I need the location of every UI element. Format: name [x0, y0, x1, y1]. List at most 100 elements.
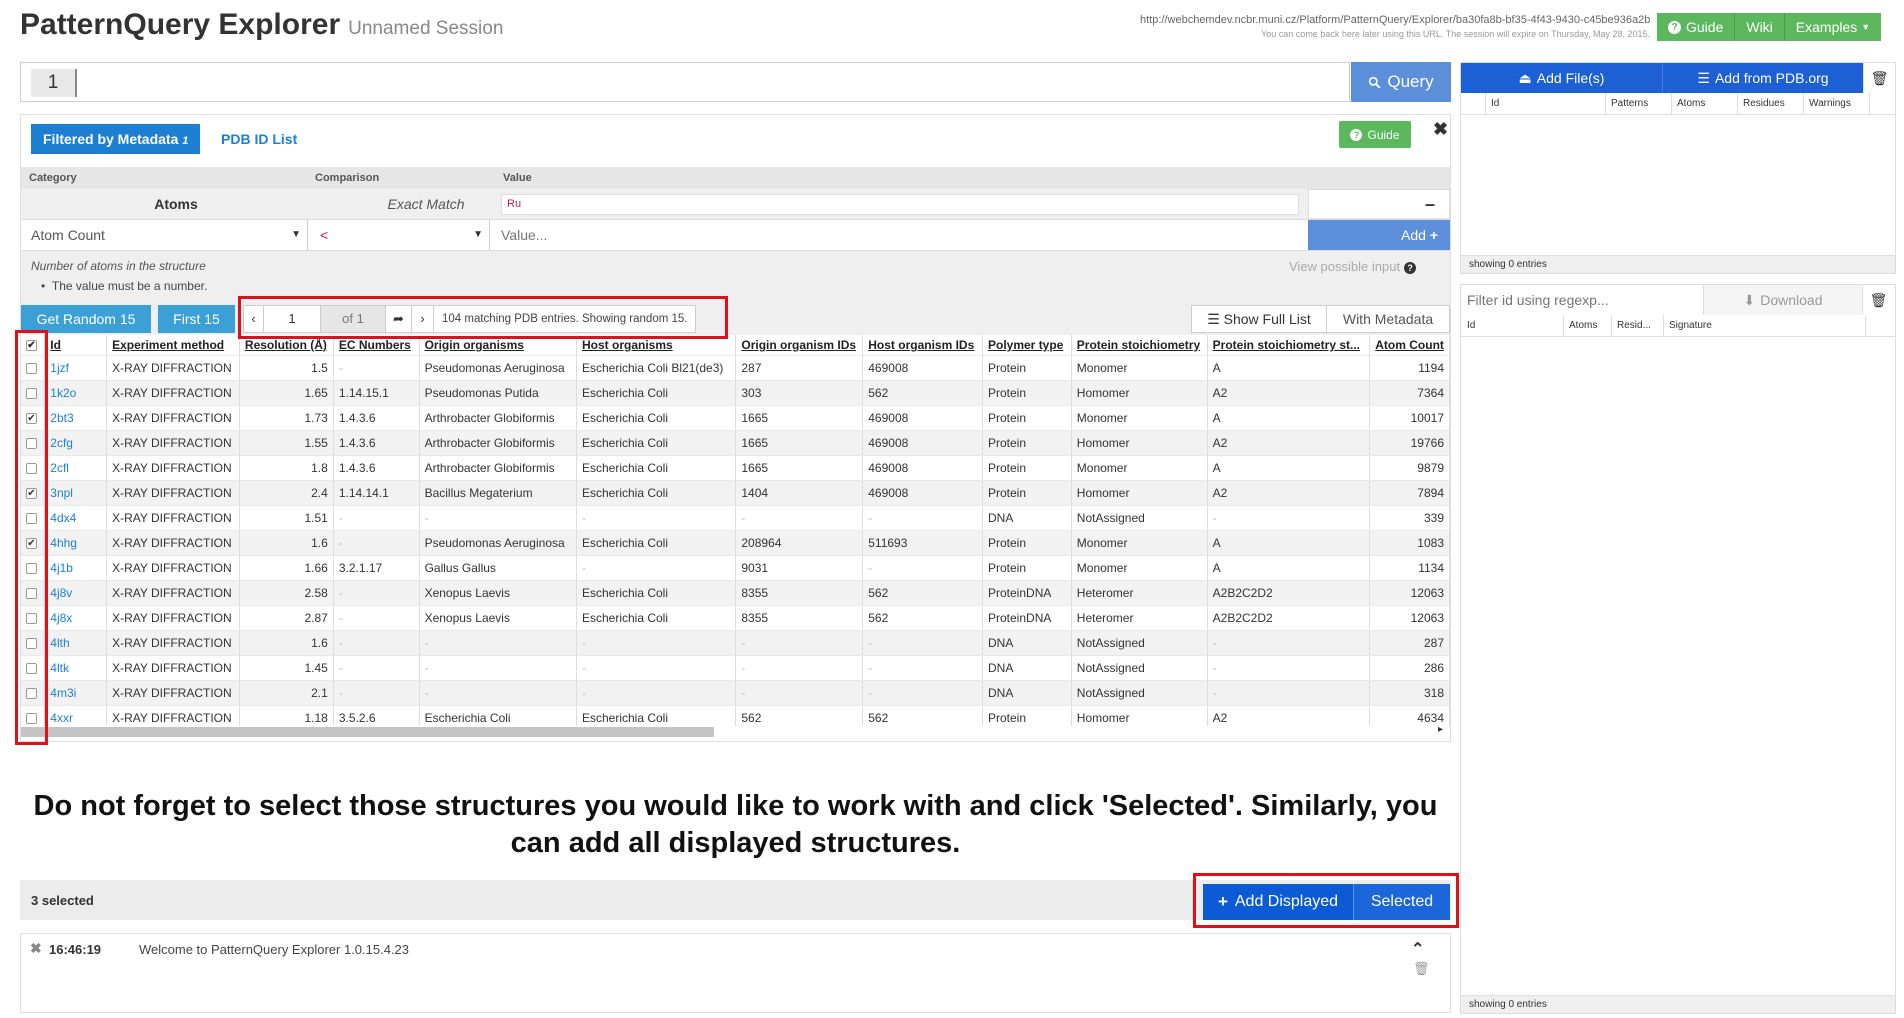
row-checkbox[interactable] — [21, 605, 46, 631]
table-row[interactable]: 4xxr X-RAY DIFFRACTION 1.18 3.5.2.6 Escheric… — [21, 705, 1450, 726]
table-row[interactable]: 4m3i X-RAY DIFFRACTION 2.1- - - - - DNA NotAssig… — [21, 680, 1450, 706]
col-atoms[interactable]: Atoms — [1569, 320, 1597, 331]
add-from-pdb-button[interactable]: ☰ Add from PDB.org — [1662, 63, 1863, 93]
row-checkbox[interactable] — [21, 430, 46, 456]
horizontal-scrollbar[interactable]: ▸ — [21, 724, 1450, 738]
add-displayed-button[interactable]: + Add Displayed — [1203, 884, 1353, 920]
cell-id[interactable]: 4j8v — [44, 580, 108, 606]
col-header[interactable]: Id — [44, 335, 108, 356]
cell-id[interactable]: 4ltk — [44, 655, 108, 681]
col-header[interactable]: Host organisms — [576, 335, 737, 356]
col-id[interactable]: Id — [1491, 98, 1499, 109]
col-residues[interactable]: Residues — [1743, 98, 1785, 109]
row-checkbox[interactable] — [21, 680, 46, 706]
trash-icon[interactable]: 🗑 — [1413, 961, 1430, 977]
download-button[interactable]: ⬇ Download — [1704, 285, 1862, 315]
row-checkbox[interactable]: ✔ — [21, 405, 46, 431]
cell-id[interactable]: 2cfg — [44, 430, 108, 456]
first-15-button[interactable]: First 15 — [158, 305, 235, 333]
cell-id[interactable]: 4lth — [44, 630, 108, 656]
examples-button[interactable]: Examples ▼ — [1784, 13, 1882, 41]
page-input[interactable]: 1 — [264, 306, 321, 332]
chevron-left-icon[interactable]: ‹ — [244, 306, 264, 332]
query-editor[interactable]: 1 — [20, 62, 1350, 102]
pdb-id-link[interactable]: 2cfg — [50, 436, 73, 450]
table-row[interactable]: ✔ 2bt3 X-RAY DIFFRACTION 1.73 1.4.3.6 Arthrob… — [21, 405, 1450, 431]
col-patterns[interactable]: Patterns — [1611, 98, 1648, 109]
guide-button[interactable]: ? Guide — [1657, 13, 1736, 41]
category-select[interactable]: Atom Count ▼ — [21, 220, 308, 250]
chevron-up-icon[interactable]: ⌃ — [1411, 939, 1424, 959]
table-row[interactable]: 2cfg X-RAY DIFFRACTION 1.55 1.4.3.6 Arthroba… — [21, 430, 1450, 456]
row-checkbox[interactable] — [21, 455, 46, 481]
col-header[interactable]: EC Numbers — [333, 335, 420, 356]
table-row[interactable]: 1jzf X-RAY DIFFRACTION 1.5- Pseudomonas Aer… — [21, 355, 1450, 381]
remove-filter-button[interactable]: – — [1308, 189, 1450, 219]
cell-id[interactable]: 4xxr — [44, 705, 108, 726]
go-arrow-icon[interactable]: ➦ — [386, 306, 412, 332]
row-checkbox[interactable] — [21, 505, 46, 531]
cell-id[interactable]: 4dx4 — [44, 505, 108, 531]
col-header[interactable]: Protein stoichiometry st... — [1207, 335, 1371, 356]
col-atoms[interactable]: Atoms — [1677, 98, 1705, 109]
filter-value[interactable]: Ru — [501, 194, 1299, 215]
pdb-id-link[interactable]: 1jzf — [50, 361, 69, 375]
add-selected-button[interactable]: Selected — [1353, 884, 1450, 920]
wiki-button[interactable]: Wiki — [1735, 13, 1785, 41]
trash-icon[interactable]: 🗑 — [1863, 63, 1895, 93]
add-files-button[interactable]: ⏏ Add File(s) — [1461, 63, 1662, 93]
pdb-id-link[interactable]: 3npl — [50, 486, 73, 500]
cell-id[interactable]: 4j8x — [44, 605, 108, 631]
cell-id[interactable]: 4hhg — [44, 530, 108, 556]
table-row[interactable]: ✔ 3npl X-RAY DIFFRACTION 2.4 1.14.14.1 Bacill… — [21, 480, 1450, 506]
trash-icon[interactable]: 🗑 — [1862, 285, 1894, 315]
row-checkbox[interactable]: ✔ — [21, 530, 46, 556]
pdb-id-link[interactable]: 4j8v — [50, 586, 72, 600]
pdb-id-link[interactable]: 4lth — [50, 636, 69, 650]
value-input[interactable] — [493, 220, 1307, 250]
pdb-id-link[interactable]: 4j8x — [50, 611, 72, 625]
pdb-id-link[interactable]: 2cfl — [50, 461, 69, 475]
session-url[interactable]: http://webchemdev.ncbr.muni.cz/Platform/… — [1140, 14, 1650, 26]
pdb-id-link[interactable]: 4j1b — [50, 561, 73, 575]
col-header[interactable]: Resolution (Å) — [239, 335, 334, 356]
row-checkbox[interactable] — [21, 555, 46, 581]
col-header[interactable]: Host organism IDs — [862, 335, 983, 356]
row-checkbox[interactable] — [21, 705, 46, 726]
table-row[interactable]: ✔ 4hhg X-RAY DIFFRACTION 1.6- Pseudomonas Ae… — [21, 530, 1450, 556]
col-residues[interactable]: Resid... — [1617, 320, 1651, 331]
pdb-id-link[interactable]: 4xxr — [50, 711, 73, 725]
pdb-id-link[interactable]: 4hhg — [50, 536, 77, 550]
view-possible-input-link[interactable]: View possible input? — [1289, 259, 1417, 274]
scrollbar-thumb[interactable] — [21, 727, 714, 737]
col-header[interactable]: Polymer type — [982, 335, 1072, 356]
pdb-id-link[interactable]: 4ltk — [50, 661, 69, 675]
pdb-id-link[interactable]: 2bt3 — [50, 411, 73, 425]
close-icon[interactable]: ✖ — [30, 940, 42, 957]
col-signature[interactable]: Signature — [1669, 320, 1712, 331]
cell-id[interactable]: 4m3i — [44, 680, 108, 706]
col-header[interactable]: Origin organisms — [419, 335, 577, 356]
filter-id-input[interactable] — [1461, 285, 1704, 315]
comparison-select[interactable]: < ▼ — [310, 220, 490, 250]
row-checkbox[interactable] — [21, 580, 46, 606]
pdb-id-link[interactable]: 1k2o — [50, 386, 76, 400]
col-warnings[interactable]: Warnings — [1809, 98, 1851, 109]
row-checkbox[interactable] — [21, 380, 46, 406]
table-row[interactable]: 4ltk X-RAY DIFFRACTION 1.45- - - - - DNA NotAssi… — [21, 655, 1450, 681]
cell-id[interactable]: 2cfl — [44, 455, 108, 481]
tab-filtered-by-metadata[interactable]: Filtered by Metadata 1 — [31, 124, 201, 154]
table-row[interactable]: 2cfl X-RAY DIFFRACTION 1.8 1.4.3.6 Arthrobac… — [21, 455, 1450, 481]
query-button[interactable]: Query — [1351, 62, 1451, 102]
chevron-right-icon[interactable]: › — [412, 306, 434, 332]
table-row[interactable]: 4dx4 X-RAY DIFFRACTION 1.51- - - - - DNA NotAssi… — [21, 505, 1450, 531]
tab-pdb-id-list[interactable]: PDB ID List — [221, 124, 297, 154]
select-all-checkbox[interactable]: ✔ — [21, 335, 46, 356]
get-random-button[interactable]: Get Random 15 — [21, 305, 151, 333]
table-row[interactable]: 4j8v X-RAY DIFFRACTION 2.58- Xenopus Laevis… — [21, 580, 1450, 606]
pdb-id-link[interactable]: 4dx4 — [50, 511, 76, 525]
col-header[interactable]: Protein stoichiometry — [1071, 335, 1208, 356]
row-checkbox[interactable] — [21, 355, 46, 381]
col-header[interactable]: Origin organism IDs — [735, 335, 864, 356]
col-header[interactable]: Atom Count — [1369, 335, 1450, 356]
